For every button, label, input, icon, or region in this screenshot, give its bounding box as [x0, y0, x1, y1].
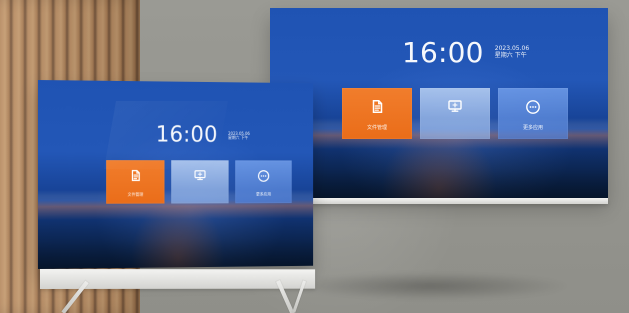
small-display-screen: 16:00 2023.05.06 星期六 下午 文件管理 更多应用 [38, 80, 314, 269]
more-icon [525, 99, 541, 115]
large-file-manager-label: 文件管理 [366, 125, 387, 131]
small-more-apps-label: 更多应用 [256, 191, 272, 197]
large-file-manager-tile[interactable]: 文件管理 [342, 88, 412, 139]
large-date-block: 2023.05.06 星期六 下午 [495, 46, 529, 59]
small-file-manager-tile[interactable]: 文件管理 [106, 160, 165, 204]
document-icon [129, 169, 142, 182]
product-photo: 16:00 2023.05.06 星期六 下午 文件管理 更多应用 16:00 … [0, 0, 629, 313]
large-screen-share-tile[interactable] [420, 88, 490, 139]
large-time-text: 16:00 [402, 36, 484, 69]
large-clock-group: 16:00 2023.05.06 星期六 下午 [402, 39, 529, 67]
small-app-tiles: 文件管理 更多应用 [106, 160, 292, 204]
large-display-bottom-frame [270, 198, 608, 204]
small-clock-group: 16:00 2023.05.06 星期六 下午 [155, 122, 250, 148]
document-icon [370, 99, 385, 114]
small-date-block: 2023.05.06 星期六 下午 [228, 131, 250, 141]
large-more-apps-tile[interactable]: 更多应用 [498, 88, 568, 139]
small-screen-share-tile[interactable] [171, 160, 229, 204]
large-display-screen: 16:00 2023.05.06 星期六 下午 文件管理 更多应用 [270, 8, 608, 198]
small-date-line-2: 星期六 下午 [228, 134, 249, 140]
floor-shadow [290, 272, 570, 300]
small-time-text: 16:00 [155, 122, 218, 148]
more-icon [257, 169, 270, 183]
screen-share-icon [193, 169, 206, 182]
large-app-tiles: 文件管理 更多应用 [342, 88, 568, 139]
small-more-apps-tile[interactable]: 更多应用 [235, 160, 292, 204]
large-date-line-2: 星期六 下午 [494, 52, 527, 59]
large-more-apps-label: 更多应用 [522, 125, 543, 131]
small-file-manager-label: 文件管理 [127, 191, 144, 197]
screen-share-icon [447, 99, 463, 114]
